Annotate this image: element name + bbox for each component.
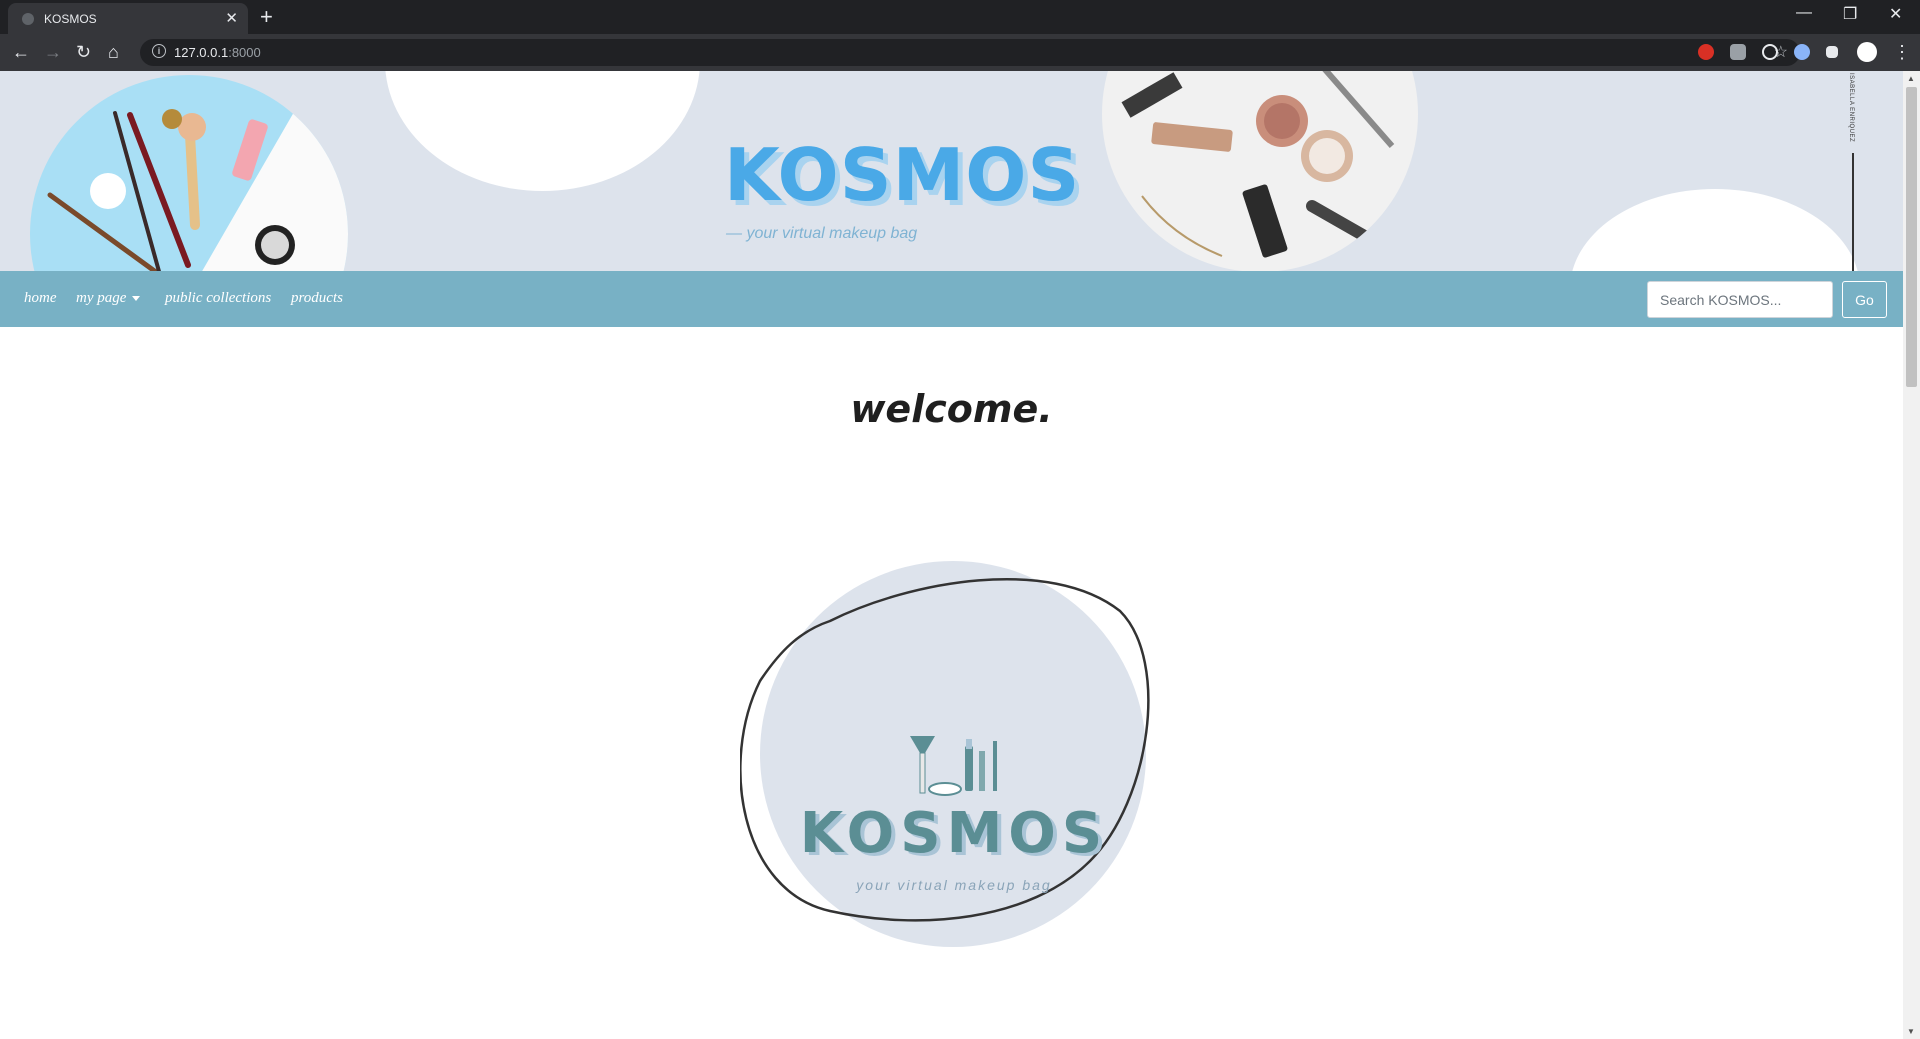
banner-title: KOSMOS: [724, 133, 1081, 217]
nav-products[interactable]: products: [291, 290, 343, 307]
home-icon[interactable]: ⌂: [108, 41, 119, 63]
browser-tab-bar: KOSMOS ✕ + — ❐ ✕: [0, 0, 1920, 34]
close-window-icon[interactable]: ✕: [1889, 4, 1902, 24]
chevron-down-icon: [132, 296, 141, 302]
new-tab-icon[interactable]: +: [260, 4, 273, 30]
back-icon[interactable]: ←: [12, 41, 30, 63]
forward-icon[interactable]: →: [44, 41, 62, 63]
page-scrollbar[interactable]: ▲ ▼: [1903, 71, 1920, 1039]
menu-kebab-icon[interactable]: ⋮: [1893, 41, 1911, 63]
decorative-blob: [1570, 189, 1860, 271]
signature: ISABELLA ENRIQUEZ: [1848, 73, 1854, 143]
restore-icon[interactable]: ❐: [1843, 4, 1857, 24]
banner-subtitle: — your virtual makeup bag: [726, 225, 918, 242]
tab-title: KOSMOS: [44, 12, 97, 26]
address-bar[interactable]: i 127.0.0.1:8000 ☆: [140, 39, 1800, 66]
scroll-up-icon[interactable]: ▲: [1907, 74, 1915, 83]
extension-red-icon[interactable]: [1698, 44, 1714, 60]
makeup-photo-right: [1102, 71, 1418, 271]
makeup-tools-icon: [910, 736, 997, 796]
browser-toolbar: ← → ↻ ⌂ i 127.0.0.1:8000 ☆ ⋮: [0, 34, 1920, 71]
kosmos-logo: KOSMOS your virtual makeup bag: [740, 561, 1160, 981]
extension-chat-icon[interactable]: [1794, 44, 1810, 60]
search-go-button[interactable]: Go: [1842, 281, 1887, 318]
nav-my-page[interactable]: my page: [76, 290, 141, 307]
decorative-blob: [385, 71, 700, 191]
favicon-icon: [22, 13, 34, 25]
extensions-puzzle-icon[interactable]: [1826, 46, 1838, 58]
extension-gray-icon[interactable]: [1730, 44, 1746, 60]
url-text: 127.0.0.1:8000: [174, 45, 261, 60]
url-port: :8000: [228, 45, 261, 60]
profile-avatar[interactable]: [1857, 42, 1877, 62]
extension-atom-icon[interactable]: [1762, 44, 1778, 60]
url-host: 127.0.0.1: [174, 45, 229, 60]
reload-icon[interactable]: ↻: [76, 41, 91, 63]
scroll-down-icon[interactable]: ▼: [1907, 1027, 1915, 1036]
minimize-icon[interactable]: —: [1796, 4, 1812, 22]
scrollbar-thumb[interactable]: [1906, 87, 1917, 387]
page-heading: welcome.: [850, 387, 1053, 431]
site-info-icon[interactable]: i: [152, 44, 166, 58]
main-navbar: home my page public collections products…: [0, 271, 1903, 327]
nav-home[interactable]: home: [24, 290, 57, 307]
search-input[interactable]: [1647, 281, 1833, 318]
logo-subtitle: your virtual makeup bag: [856, 877, 1052, 893]
close-tab-icon[interactable]: ✕: [225, 9, 238, 27]
nav-public-collections[interactable]: public collections: [165, 290, 271, 307]
makeup-photo-left: [30, 75, 348, 271]
page-content: KOSMOS — your virtual makeup bag ISABELL…: [0, 71, 1903, 1039]
logo-title: KOSMOS: [799, 801, 1109, 866]
divider: [1852, 153, 1854, 271]
header-banner: KOSMOS — your virtual makeup bag ISABELL…: [0, 71, 1903, 271]
browser-tab[interactable]: KOSMOS ✕: [8, 3, 248, 34]
nav-my-page-label: my page: [76, 290, 127, 306]
